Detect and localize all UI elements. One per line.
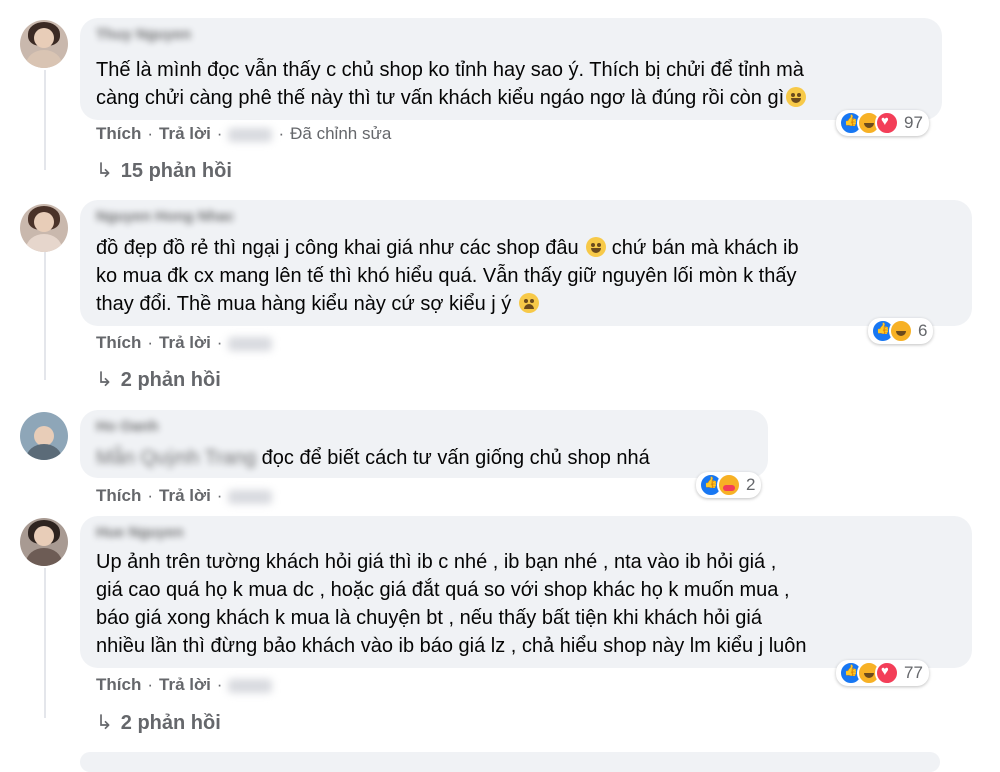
reply-button[interactable]: Trả lời (159, 675, 211, 694)
comment-author[interactable]: Thuy Nguyen (96, 26, 191, 43)
avatar[interactable] (20, 20, 68, 68)
reaction-summary[interactable]: 97 (836, 110, 929, 136)
timestamp[interactable] (228, 489, 273, 504)
like-button[interactable]: Thích (96, 486, 141, 505)
reply-button[interactable]: Trả lời (159, 486, 211, 505)
comment-actions: Thích · Trả lời · (96, 333, 273, 353)
comment-bubble: Nguyen Hong Nhac đồ đẹp đồ rẻ thì ngại j… (80, 200, 972, 326)
comment-actions: Thích · Trả lời · · Đã chỉnh sửa (96, 124, 392, 143)
thread-line (44, 70, 46, 170)
comment-author[interactable]: Ho Oanh (96, 418, 159, 435)
view-replies-link[interactable]: ↳ 2 phản hồi (96, 710, 221, 735)
reaction-count: 77 (904, 663, 923, 682)
thread-line (44, 568, 46, 718)
comment-actions: Thích · Trả lời · (96, 486, 273, 506)
comment-bubble: Ho Oanh Mẫn Quỳnh Trang đọc để biết cách… (80, 410, 768, 478)
care-reaction-icon (717, 473, 741, 497)
like-button[interactable]: Thích (96, 333, 141, 352)
comment-text: Mẫn Quỳnh Trang đọc để biết cách tư vấn … (96, 447, 650, 469)
comment-author[interactable]: Hue Nguyen (96, 524, 184, 541)
avatar[interactable] (20, 518, 68, 566)
comment-text: Thế là mình đọc vẫn thấy c chủ shop ko t… (96, 56, 807, 112)
like-button[interactable]: Thích (96, 675, 141, 694)
view-replies-link[interactable]: ↳ 15 phản hồi (96, 158, 232, 183)
view-replies-link[interactable]: ↳ 2 phản hồi (96, 367, 221, 392)
love-reaction-icon (875, 661, 899, 685)
reaction-summary[interactable]: 6 (868, 318, 934, 344)
comment-text: đồ đẹp đồ rẻ thì ngại j công khai giá nh… (96, 237, 799, 315)
laughing-emoji-icon (786, 87, 807, 107)
reply-arrow-icon: ↳ (96, 369, 113, 391)
haha-reaction-icon (889, 319, 913, 343)
reaction-summary[interactable]: 2 (696, 472, 762, 498)
reply-arrow-icon: ↳ (96, 160, 113, 182)
reaction-count: 97 (904, 113, 923, 132)
comment-author[interactable]: Nguyen Hong Nhac (96, 208, 234, 225)
reply-button[interactable]: Trả lời (159, 333, 211, 352)
reply-button[interactable]: Trả lời (159, 124, 211, 143)
avatar[interactable] (20, 412, 68, 460)
comment-bubble: Hue Nguyen Up ảnh trên tường khách hỏi g… (80, 516, 972, 668)
mention-link[interactable]: Mẫn Quỳnh Trang (96, 447, 256, 469)
comment-actions: Thích · Trả lời · (96, 675, 273, 695)
next-comment-bubble (80, 752, 940, 772)
love-reaction-icon (875, 111, 899, 135)
reaction-count: 6 (918, 321, 928, 340)
timestamp[interactable] (228, 678, 273, 693)
comment-text: Up ảnh trên tường khách hỏi giá thì ib c… (96, 551, 807, 657)
reaction-summary[interactable]: 77 (836, 660, 929, 686)
laughing-emoji-icon (586, 237, 607, 257)
sad-emoji-icon (518, 293, 539, 313)
comment-bubble: Thuy Nguyen Thế là mình đọc vẫn thấy c c… (80, 18, 942, 120)
reaction-count: 2 (746, 475, 756, 494)
edited-label: Đã chỉnh sửa (290, 124, 392, 143)
like-button[interactable]: Thích (96, 124, 141, 143)
timestamp[interactable] (228, 127, 273, 142)
timestamp[interactable] (228, 336, 273, 351)
reply-arrow-icon: ↳ (96, 712, 113, 734)
thread-line (44, 250, 46, 380)
avatar[interactable] (20, 204, 68, 252)
